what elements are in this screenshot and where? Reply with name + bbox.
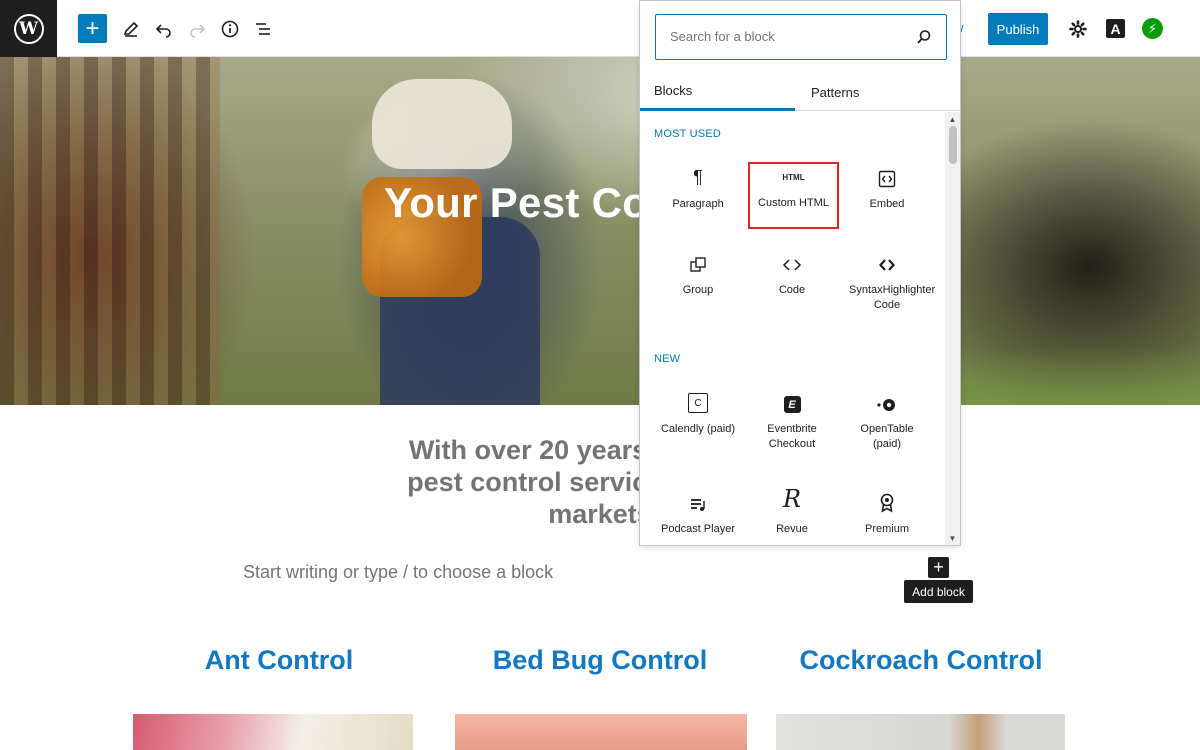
code-icon [747,248,837,274]
block-search-input[interactable] [656,15,906,58]
pencil-icon [123,21,139,37]
scroll-down-arrow-icon[interactable]: ▼ [947,533,958,544]
service-image-cockroach[interactable] [776,714,1065,750]
scrollbar-thumb[interactable] [949,126,957,164]
tab-patterns[interactable]: Patterns [797,73,952,111]
category-label-most-used: MOST USED [654,128,721,140]
service-heading-bed-bug[interactable]: Bed Bug Control [440,645,760,676]
group-icon [653,248,743,274]
jetpack-icon[interactable]: ⚡ [1142,18,1163,39]
list-view-button[interactable] [248,14,278,44]
block-item-label: OpenTable (paid) [860,423,914,450]
embed-icon [842,162,932,188]
editor-toolbar: W + w Publish A ⚡ [0,0,1200,57]
calendly-icon: C [653,387,743,413]
search-icon[interactable] [916,29,932,45]
plus-icon: + [85,14,100,42]
service-heading-ant[interactable]: Ant Control [119,645,439,676]
inserter-tabs: Blocks Patterns [640,73,960,111]
service-image-ant[interactable] [133,714,413,750]
undo-button[interactable] [149,14,179,44]
gear-icon [1069,20,1087,38]
details-button[interactable] [215,14,245,44]
add-block-tooltip: Add block [904,580,973,603]
block-item-custom-html[interactable]: HTML Custom HTML [748,162,839,229]
publish-button[interactable]: Publish [988,13,1048,45]
block-item-embed[interactable]: Embed [842,162,932,228]
redo-icon [190,24,206,38]
revue-icon: R [782,485,802,513]
block-list-scrollbar[interactable]: ▲ ▼ [945,112,960,545]
block-item-label: Custom HTML [758,197,829,209]
service-image-bed-bug[interactable] [455,714,747,750]
hero-cover-image[interactable]: Your Pest Con [0,57,1200,405]
block-inserter-panel: Blocks Patterns MOST USED ¶ Paragraph HT… [639,0,961,546]
block-item-label: Podcast Player [661,523,735,535]
service-heading-cockroach[interactable]: Cockroach Control [761,645,1081,676]
scroll-up-arrow-icon[interactable]: ▲ [947,114,958,125]
list-view-icon [256,23,270,35]
block-item-premium[interactable]: Premium [842,487,932,545]
block-item-label: Paragraph [672,198,724,210]
eventbrite-icon: E [747,387,837,413]
block-item-label: Embed [869,198,905,210]
block-item-label: Calendly (paid) [661,423,735,435]
paragraph-icon: ¶ [693,167,703,187]
block-item-label: Group [682,284,714,296]
redo-button[interactable] [182,14,212,44]
info-icon [221,20,239,38]
hero-tank-decoration [372,79,512,169]
tools-button[interactable] [116,14,146,44]
block-item-opentable[interactable]: OpenTable (paid) [842,387,932,453]
block-item-label: Premium [864,523,909,535]
block-item-eventbrite-checkout[interactable]: E Eventbrite Checkout [747,387,837,453]
block-item-group[interactable]: Group [653,248,743,314]
opentable-icon [842,387,932,413]
wordpress-logo-icon[interactable]: W [0,0,57,57]
block-item-label: Revue [776,523,808,535]
tab-blocks[interactable]: Blocks [640,73,795,111]
syntax-highlighter-icon [842,248,932,274]
block-item-paragraph[interactable]: ¶ Paragraph [653,162,743,228]
block-item-calendly[interactable]: C Calendly (paid) [653,387,743,453]
category-label-new: NEW [654,353,681,365]
block-search-box [655,14,947,60]
block-item-label: Code [778,284,806,296]
add-block-toggle-button[interactable]: + [78,14,107,43]
empty-block-placeholder[interactable]: Start writing or type / to choose a bloc… [243,562,553,583]
block-item-podcast-player[interactable]: Podcast Player [653,487,743,545]
undo-icon [155,24,171,38]
hero-title[interactable]: Your Pest Con [384,179,674,227]
block-item-revue[interactable]: R Revue [747,485,837,545]
block-item-label: SyntaxHighlighter Code [849,284,936,311]
block-item-code[interactable]: Code [747,248,837,314]
podcast-icon [653,487,743,513]
html-icon: HTML [782,173,805,182]
block-item-label: Eventbrite Checkout [767,423,817,450]
premium-icon [842,487,932,513]
hero-fence-decoration [0,57,220,405]
astra-settings-button[interactable]: A [1106,19,1125,38]
settings-button[interactable] [1063,14,1093,44]
block-list: MOST USED ¶ Paragraph HTML Custom HTML E… [640,112,945,545]
block-item-syntaxhighlighter-code[interactable]: SyntaxHighlighter Code [842,248,936,314]
plus-icon: + [933,557,944,577]
add-block-inline-button[interactable]: + [928,557,949,578]
